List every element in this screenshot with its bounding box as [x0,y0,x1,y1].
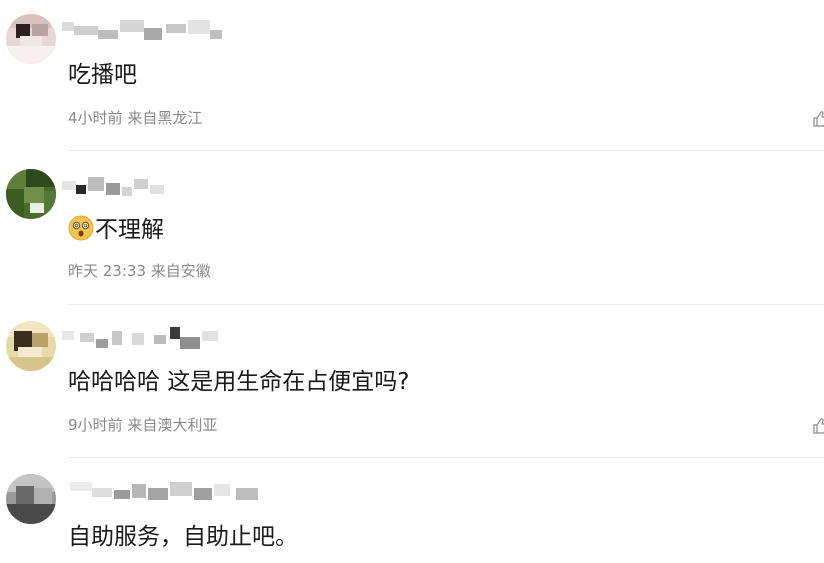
comment-location: 来自安徽 [150,262,211,280]
comment-item: 不理解 昨天 23:33 来自安徽 [0,151,824,305]
username[interactable] [62,175,232,197]
comment-time: 4小时前 [68,109,123,127]
username[interactable] [62,480,272,502]
comment-item: 哈哈哈哈 这是用生命在占便宜吗? 9小时前 来自澳大利亚 [0,305,824,458]
comment-text: 吃播吧 [68,62,137,88]
avatar[interactable] [6,321,56,371]
comment-text: 哈哈哈哈 这是用生命在占便宜吗? [68,369,410,395]
comment-text: 自助服务，自助止吧。 [68,524,298,550]
comment-item: 自助服务，自助止吧。 [0,458,824,563]
comment-text: 不理解 [68,215,164,245]
comment-meta: 9小时前 来自澳大利亚 [68,415,217,435]
comment-item: 吃播吧 4小时前 来自黑龙江 [0,0,824,151]
username[interactable] [62,20,232,42]
username[interactable] [62,327,232,349]
avatar[interactable] [6,169,56,219]
avatar[interactable] [6,474,56,524]
comment-meta: 4小时前 来自黑龙江 [68,108,202,128]
comment-time: 9小时前 [68,416,123,434]
comment-time: 昨天 23:33 [68,262,146,280]
avatar[interactable] [6,14,56,64]
dizzy-face-icon [68,215,94,241]
thumbs-up-icon[interactable] [812,110,824,128]
comment-location: 来自黑龙江 [127,109,203,127]
comment-meta: 昨天 23:33 来自安徽 [68,261,211,281]
thumbs-up-icon[interactable] [812,417,824,435]
comment-location: 来自澳大利亚 [127,416,218,434]
comment-text-content: 不理解 [95,217,164,243]
